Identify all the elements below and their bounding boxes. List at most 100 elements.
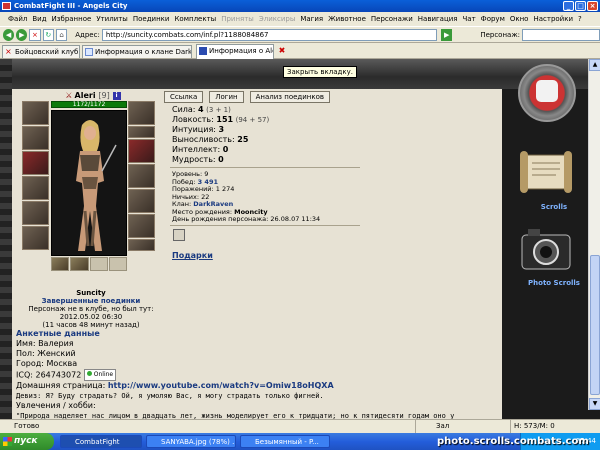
scroll-thumb[interactable] — [590, 255, 600, 395]
menu-item[interactable]: Форум — [481, 15, 505, 23]
back-icon[interactable]: ◀ — [3, 28, 15, 41]
task-label: Безымянный - P... — [255, 438, 319, 446]
menu-item[interactable]: Персонажи — [371, 15, 413, 23]
amulet-slot[interactable] — [128, 126, 155, 138]
character-nick: ⚔ Aleri [9] i — [66, 91, 121, 100]
menu-item[interactable]: Магия — [300, 15, 323, 23]
tab-fight-club[interactable]: × Бойцовский клуб — [2, 45, 80, 58]
character-name: Aleri — [74, 91, 96, 100]
home-icon[interactable]: ⌂ — [55, 28, 68, 41]
link-button[interactable]: Ссылка — [164, 91, 204, 103]
start-button[interactable]: пуск — [0, 433, 54, 450]
tab-aleri-info[interactable]: Информация о Aleri — [196, 44, 274, 59]
helmet-slot[interactable] — [22, 101, 49, 125]
persona-input[interactable] — [522, 28, 600, 41]
homepage-label: Домашняя страница: — [16, 381, 106, 390]
maximize-icon[interactable]: □ — [575, 1, 586, 11]
icq-status: Online — [93, 371, 114, 378]
stat-value: 151 — [216, 115, 234, 124]
offline-date: 2012.05.02 06:30 — [59, 313, 123, 321]
equipment-right — [128, 101, 155, 251]
stop-icon[interactable]: × — [29, 28, 41, 41]
tab-clan-info[interactable]: Информация о клане DarkRaven — [82, 45, 192, 58]
go-icon[interactable]: ▶ — [441, 28, 453, 41]
tab-label: Информация о Aleri — [209, 47, 274, 55]
stat-row: Интеллект: 0 — [172, 145, 269, 155]
fist-emblem[interactable] — [518, 64, 576, 122]
battle-analysis-button[interactable]: Анализ поединков — [249, 91, 331, 103]
scroll-down-icon[interactable]: ▼ — [589, 398, 600, 410]
real-name: Имя: Валерия — [16, 339, 74, 348]
weapon-slot[interactable] — [128, 139, 155, 163]
start-label: пуск — [14, 436, 38, 446]
menu-item[interactable]: Чат — [463, 15, 476, 23]
stat-row: Сила: 4 (3 + 1) — [172, 105, 269, 115]
menu-item[interactable]: ? — [578, 15, 582, 23]
close-icon[interactable]: × — [587, 1, 598, 11]
tooltip: Закрыть вкладку. — [283, 66, 357, 78]
guild-info: Suncity Завершенные поединки Персонаж не… — [16, 289, 166, 329]
menu-item[interactable]: Настройки — [533, 15, 573, 23]
login-button[interactable]: Логин — [209, 91, 244, 103]
address-input[interactable] — [101, 28, 438, 41]
photo-scrolls-button[interactable]: Photo Scrolls — [516, 217, 580, 287]
tab-close-icon[interactable]: × — [5, 48, 13, 56]
menu-item[interactable]: Вид — [32, 15, 46, 23]
tab-bar: × Бойцовский клуб Информация о клане Dar… — [0, 43, 600, 59]
clan-emblem[interactable]: ⚔ — [66, 91, 72, 100]
scroll-up-icon[interactable]: ▲ — [589, 59, 600, 71]
forward-icon[interactable]: ▶ — [16, 28, 28, 41]
close-tab-icon[interactable]: ✖ — [277, 46, 287, 56]
scrolls-button[interactable]: Scrolls — [516, 141, 576, 211]
gloves-slot[interactable] — [128, 189, 155, 213]
bracers-slot[interactable] — [22, 126, 49, 150]
page-scrollbar[interactable]: ▲ ▼ — [588, 59, 600, 410]
menu-item[interactable]: Животное — [328, 15, 366, 23]
armor-slot[interactable] — [22, 201, 49, 225]
weapon-slot[interactable] — [22, 151, 49, 175]
info-icon[interactable]: i — [112, 91, 121, 100]
earrings-slot[interactable] — [128, 101, 155, 125]
weapon-slot[interactable] — [128, 164, 155, 188]
menu-item[interactable]: Утилиты — [96, 15, 128, 23]
stat-value: 25 — [237, 135, 249, 144]
task-paint[interactable]: Безымянный - P... — [240, 435, 330, 448]
menu-item[interactable]: Окно — [510, 15, 529, 23]
menu-item[interactable]: Приняты — [221, 15, 254, 23]
character-avatar — [51, 110, 127, 256]
gift-icon[interactable] — [173, 229, 185, 241]
gender: Пол: Женский — [16, 349, 76, 358]
icq-number: ICQ: 264743072 — [16, 370, 82, 380]
ring-slot[interactable] — [108, 257, 127, 271]
menu-item[interactable]: Эликсиры — [259, 15, 296, 23]
menu-item[interactable]: Комплекты — [174, 15, 216, 23]
leggings-slot[interactable] — [128, 214, 155, 238]
status-text: Готово — [14, 422, 40, 430]
details-list: Уровень: 9 Побед: 3 491 Поражений: 1 274 Ни… — [172, 170, 321, 224]
gifts-link[interactable]: Подарки — [172, 251, 213, 260]
boots-slot[interactable] — [128, 239, 155, 251]
menu-item[interactable]: Навигация — [418, 15, 458, 23]
menu-item[interactable]: Файл — [8, 15, 27, 23]
task-combatfight[interactable]: CombatFight — [60, 435, 142, 448]
online-icon — [86, 371, 92, 376]
refresh-icon[interactable]: ↻ — [42, 28, 54, 41]
stat-bonus: (3 + 1) — [206, 106, 231, 114]
menu-item[interactable]: Поединки — [133, 15, 170, 23]
tab-label: Бойцовский клуб — [15, 48, 79, 56]
city-name: Suncity — [76, 289, 106, 297]
questionnaire-title: Анкетные данные — [16, 329, 100, 338]
task-image-viewer[interactable]: SANYABA.jpg (78%) ... — [146, 435, 236, 448]
minimize-icon[interactable]: _ — [563, 1, 574, 11]
weapon-slot[interactable] — [22, 176, 49, 200]
task-label: SANYABA.jpg (78%) ... — [161, 438, 236, 446]
finished-battles-link[interactable]: Завершенные поединки — [16, 297, 166, 305]
ring-slot[interactable] — [70, 257, 89, 271]
homepage-link[interactable]: http://www.youtube.com/watch?v=Omiw18oHQ… — [108, 381, 334, 390]
menu-item[interactable]: Избранное — [52, 15, 92, 23]
offline-ago: (11 часов 48 минут назад) — [42, 321, 140, 329]
ring-slot[interactable] — [89, 257, 108, 271]
ring-slot[interactable] — [51, 257, 70, 271]
detail-value: 26.08.07 11:34 — [270, 215, 321, 223]
belt-slot[interactable] — [22, 226, 49, 250]
